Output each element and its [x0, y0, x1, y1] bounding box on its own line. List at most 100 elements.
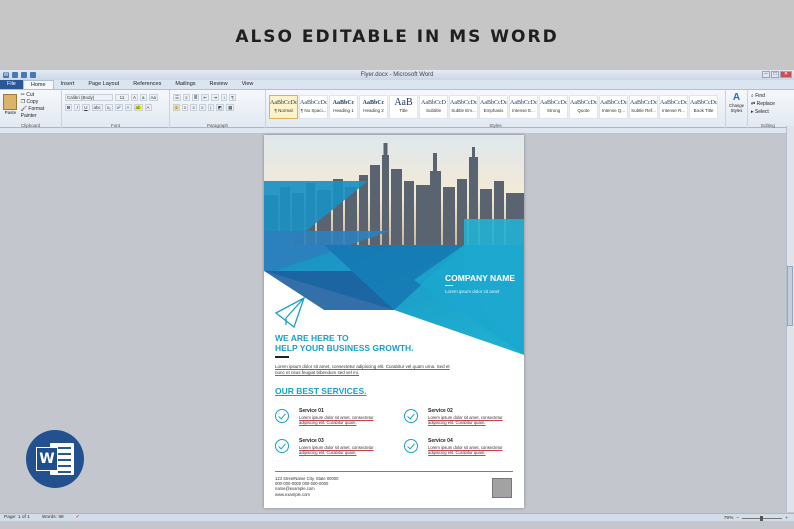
font-name-select[interactable]: Calibri (Body)	[65, 93, 113, 101]
style-item[interactable]: AaBbCcDc Intense E...	[509, 95, 538, 119]
style-item[interactable]: AaBbCcDc ¶ No Spaci...	[299, 95, 328, 119]
style-item[interactable]: AaBbCcDc Strong	[539, 95, 568, 119]
highlight-icon[interactable]: ab	[133, 103, 143, 111]
tab-page-layout[interactable]: Page Layout	[81, 80, 126, 89]
maximize-button[interactable]: □	[771, 71, 779, 78]
align-right-icon[interactable]: ≡	[190, 103, 197, 111]
clipboard-group-label: Clipboard	[20, 123, 41, 128]
style-name: Title	[399, 108, 408, 113]
style-name: Strong	[546, 108, 561, 113]
style-name: Quote	[577, 108, 590, 113]
paste-button[interactable]: Paste	[3, 92, 18, 120]
style-item[interactable]: AaBbCc Heading 1	[329, 95, 358, 119]
service-title: Service 04	[428, 438, 453, 444]
zoom-in-icon[interactable]: +	[785, 516, 788, 521]
scrollbar-thumb[interactable]	[787, 266, 793, 326]
bold-button[interactable]: B	[65, 103, 73, 111]
shrink-font-icon[interactable]: a	[140, 93, 147, 101]
service-title: Service 03	[299, 438, 324, 444]
style-item[interactable]: AaBbCcDc Quote	[569, 95, 598, 119]
style-sample: AaBbCcD	[421, 100, 446, 106]
style-sample: AaBbCcDc	[630, 100, 657, 106]
service-text: Lorem ipsum dolor sit amet, consectetur …	[428, 445, 503, 455]
tab-file[interactable]: File	[0, 80, 23, 89]
text-effects-icon[interactable]: A	[124, 103, 132, 111]
paragraph-group: ☰ ≡ ≣ ⇤ ⇥ ↕ ¶ ≡ ≡ ≡ ≡ ↨ ◩ ▦ Paragraph	[170, 90, 266, 128]
change-styles-button[interactable]: A Change Styles	[726, 90, 748, 128]
style-item[interactable]: AaBbCcDc Subtle Em...	[449, 95, 478, 119]
spellcheck-icon[interactable]: ✓	[76, 515, 80, 520]
style-sample: AaBbCc	[362, 100, 385, 106]
document-page[interactable]: COMPANY NAME Lorem ipsum dolor sit amet …	[264, 135, 524, 508]
increase-indent-icon[interactable]: ⇥	[211, 93, 220, 101]
multilevel-list-icon[interactable]: ≣	[191, 93, 200, 101]
style-name: Intense R...	[661, 108, 685, 113]
style-item[interactable]: AaB Title	[389, 95, 418, 119]
bullets-icon[interactable]: ☰	[173, 93, 182, 101]
style-name: Emphasis	[483, 108, 504, 113]
zoom-slider[interactable]	[742, 515, 783, 521]
find-button[interactable]: ⌕ Find	[751, 92, 785, 100]
window-controls: – □ ✕	[762, 71, 792, 78]
style-item[interactable]: AaBbCcDc ¶ Normal	[269, 95, 298, 119]
style-item[interactable]: AaBbCcDc Book Title	[689, 95, 718, 119]
style-item[interactable]: AaBbCcDc Intense R...	[659, 95, 688, 119]
style-item[interactable]: AaBbCcDc Emphasis	[479, 95, 508, 119]
italic-button[interactable]: I	[74, 103, 81, 111]
subscript-button[interactable]: x₂	[104, 103, 113, 111]
shading-icon[interactable]: ◩	[215, 103, 225, 111]
numbering-icon[interactable]: ≡	[183, 93, 190, 101]
tab-insert[interactable]: Insert	[54, 80, 82, 89]
pilcrow-icon[interactable]: ¶	[229, 93, 236, 101]
style-name: Heading 1	[333, 108, 354, 113]
close-button[interactable]: ✕	[780, 71, 792, 78]
change-styles-label: Change Styles	[729, 103, 745, 113]
select-button[interactable]: ▸ Select	[751, 108, 785, 116]
ribbon-tabs: File Home Insert Page Layout References …	[0, 80, 794, 90]
change-case-icon[interactable]: Aa	[148, 93, 159, 101]
sort-icon[interactable]: ↕	[221, 93, 228, 101]
tab-references[interactable]: References	[126, 80, 168, 89]
headline-line-2: HELP YOUR BUSINESS GROWTH.	[275, 343, 414, 353]
vertical-scrollbar[interactable]	[786, 126, 794, 512]
borders-icon[interactable]: ▦	[226, 103, 235, 111]
underline-button[interactable]: U	[82, 103, 90, 111]
word-count[interactable]: Words: 98	[42, 515, 64, 520]
align-center-icon[interactable]: ≡	[181, 103, 189, 111]
tab-home[interactable]: Home	[22, 80, 54, 89]
grow-font-icon[interactable]: A	[131, 93, 139, 101]
ruler[interactable]	[0, 128, 794, 134]
decrease-indent-icon[interactable]: ⇤	[201, 93, 210, 101]
style-item[interactable]: AaBbCcDc Intense Q...	[599, 95, 628, 119]
font-color-icon[interactable]: A	[144, 103, 152, 111]
paste-icon	[3, 94, 17, 110]
style-item[interactable]: AaBbCc Heading 2	[359, 95, 388, 119]
font-size-select[interactable]: 11	[115, 93, 129, 101]
line-spacing-icon[interactable]: ↨	[207, 103, 214, 111]
justify-icon[interactable]: ≡	[198, 103, 206, 111]
format-painter-button[interactable]: 🖌 Format Painter	[21, 106, 58, 120]
zoom-slider-knob[interactable]	[760, 515, 764, 521]
tab-view[interactable]: View	[235, 80, 261, 89]
find-label: Find	[755, 93, 765, 99]
replace-button[interactable]: ⇄ Replace	[751, 100, 785, 108]
style-name: Heading 2	[363, 108, 384, 113]
page-count[interactable]: Page: 1 of 1	[4, 515, 30, 520]
align-left-icon[interactable]: ≡	[173, 103, 180, 111]
tab-review[interactable]: Review	[203, 80, 235, 89]
service-text: Lorem ipsum dolor sit amet, consectetur …	[428, 415, 503, 425]
style-item[interactable]: AaBbCcDc Subtle Ref...	[629, 95, 658, 119]
minimize-button[interactable]: –	[762, 71, 770, 78]
strikethrough-button[interactable]: abc	[91, 103, 103, 111]
qr-code-placeholder	[492, 478, 512, 498]
paste-label: Paste	[4, 110, 17, 115]
zoom-level[interactable]: 79%	[724, 516, 734, 521]
style-item[interactable]: AaBbCcD Subtitle	[419, 95, 448, 119]
copy-button[interactable]: ❐ Copy	[21, 99, 58, 106]
title-bar: W Flyer.docx - Microsoft Word – □ ✕	[0, 70, 794, 80]
zoom-out-icon[interactable]: −	[736, 516, 739, 521]
cut-button[interactable]: ✂ Cut	[21, 92, 58, 99]
tab-mailings[interactable]: Mailings	[168, 80, 202, 89]
superscript-button[interactable]: x²	[114, 103, 123, 111]
service-title: Service 02	[428, 408, 453, 414]
